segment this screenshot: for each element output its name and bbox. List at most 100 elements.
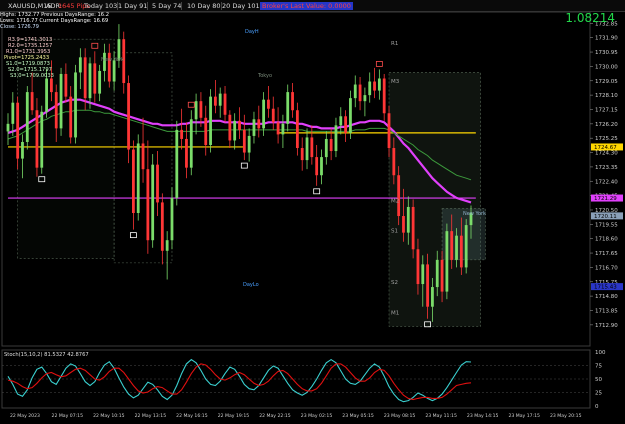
candle-body xyxy=(286,92,290,124)
session-text-label: Tokyo xyxy=(257,73,272,79)
price-tick-label: 1730.00 xyxy=(595,64,618,70)
session-text-label: New York xyxy=(101,57,124,63)
price-tick-label: 1722.40 xyxy=(595,179,618,185)
price-tick-label: 1712.90 xyxy=(595,323,618,329)
stat-10-day[interactable]: 10 Day 80 xyxy=(187,2,222,10)
candle-body xyxy=(406,206,410,233)
stat-value: 101 xyxy=(247,2,260,10)
candle-body xyxy=(160,202,164,251)
stat-20-day[interactable]: 20 Day 101 xyxy=(222,2,261,10)
candle-body xyxy=(151,164,155,241)
price-tick-label: 1731.90 xyxy=(595,36,618,42)
candle-body xyxy=(30,92,34,111)
candle-body xyxy=(271,108,275,123)
price-tick-label: 1724.30 xyxy=(595,151,618,157)
candle-body xyxy=(411,206,415,250)
candle-body xyxy=(459,235,463,268)
stat-1-day[interactable]: 1 Day 91 xyxy=(118,2,149,10)
candle-body xyxy=(450,231,454,260)
candle-body xyxy=(64,73,68,97)
candle-body xyxy=(54,92,58,129)
stat-label: 1 Day xyxy=(118,2,138,10)
zone-label: M3 xyxy=(391,79,400,85)
candle-body xyxy=(59,73,63,129)
zone-label: R1 xyxy=(391,41,398,47)
candle-body xyxy=(170,197,174,241)
candle-body xyxy=(204,117,208,145)
candle-body xyxy=(267,99,270,109)
candle-body xyxy=(146,169,150,241)
price-tick-label: 1726.20 xyxy=(595,122,618,128)
price-marker-label: 1724.67 xyxy=(594,145,617,151)
candle-body xyxy=(141,143,145,170)
candle-body xyxy=(300,148,304,161)
candle-body xyxy=(127,83,130,150)
stat-label: Today xyxy=(84,2,103,10)
session-text-label: New York xyxy=(463,211,486,217)
candle-body xyxy=(329,138,333,152)
candle-body xyxy=(373,81,376,91)
price-marker-label: 1715.43 xyxy=(594,285,617,291)
candle-body xyxy=(387,113,391,149)
price-marker-label: 1721.29 xyxy=(594,196,617,202)
spread-readout: Broker's Last Value: 0.0000 xyxy=(260,2,353,10)
candle-body xyxy=(50,78,53,93)
candle-body xyxy=(440,259,444,292)
oscillator-tick-label: 100 xyxy=(595,350,606,356)
candle-body xyxy=(112,60,116,82)
candle-body xyxy=(315,157,319,176)
zone-label: M2 xyxy=(391,198,399,204)
time-tick-label: 22 May 19:15 xyxy=(218,413,250,419)
candle-body xyxy=(69,96,73,138)
swing-high-marker xyxy=(375,61,383,67)
stat-5-day[interactable]: 5 Day 74 xyxy=(152,2,183,10)
stat-today[interactable]: Today 103 xyxy=(84,2,119,10)
candle-body xyxy=(35,110,39,168)
candle-body xyxy=(358,84,362,102)
time-tick-label: 23 May 02:15 xyxy=(301,413,333,419)
candle-body xyxy=(180,129,184,139)
candle-body xyxy=(209,96,212,145)
candle-body xyxy=(421,264,425,285)
time-tick-label: 22 May 2023 xyxy=(10,413,40,419)
candle-body xyxy=(6,123,10,132)
price-tick-label: 1714.80 xyxy=(595,294,618,300)
session-text-label: DayLo xyxy=(243,282,259,288)
stat-label: 10 Day xyxy=(187,2,211,10)
candle-body xyxy=(78,57,82,73)
time-tick-label: 23 May 14:15 xyxy=(467,413,499,419)
candle-body xyxy=(363,95,367,102)
candle-body xyxy=(156,164,159,203)
price-tick-label: 1717.65 xyxy=(595,251,618,257)
price-tick-label: 1730.95 xyxy=(595,50,618,56)
candle-body xyxy=(445,231,449,292)
time-tick-label: 23 May 05:15 xyxy=(342,413,374,419)
symbol-label: XAUUSD,M15 xyxy=(8,2,52,10)
candle-body xyxy=(291,92,294,111)
time-tick-label: 22 May 13:15 xyxy=(135,413,167,419)
time-tick-label: 23 May 20:15 xyxy=(550,413,582,419)
candle-body xyxy=(426,264,429,307)
candle-body xyxy=(344,116,348,133)
candle-body xyxy=(11,102,15,124)
candle-body xyxy=(257,119,261,129)
candle-body xyxy=(213,96,217,106)
candle-body xyxy=(98,70,102,94)
candle-body xyxy=(165,240,169,251)
candle-body xyxy=(353,84,357,99)
candle-body xyxy=(435,259,439,288)
candle-body xyxy=(305,137,309,161)
candle-body xyxy=(74,72,77,138)
bid-price-readout: 1.08214 xyxy=(565,11,615,25)
candle-body xyxy=(189,119,193,168)
candle-body xyxy=(218,93,222,106)
info-line-3: Close: 1726.79 xyxy=(0,24,39,30)
candle-body xyxy=(16,102,20,159)
time-tick-label: 22 May 07:15 xyxy=(52,413,84,419)
price-marker-label: 1720.11 xyxy=(594,214,617,220)
price-tick-label: 1718.60 xyxy=(595,237,618,243)
time-tick-label: 23 May 17:15 xyxy=(508,413,540,419)
candle-body xyxy=(397,175,401,217)
zone-label: S2 xyxy=(391,280,398,286)
candle-body xyxy=(21,141,24,159)
